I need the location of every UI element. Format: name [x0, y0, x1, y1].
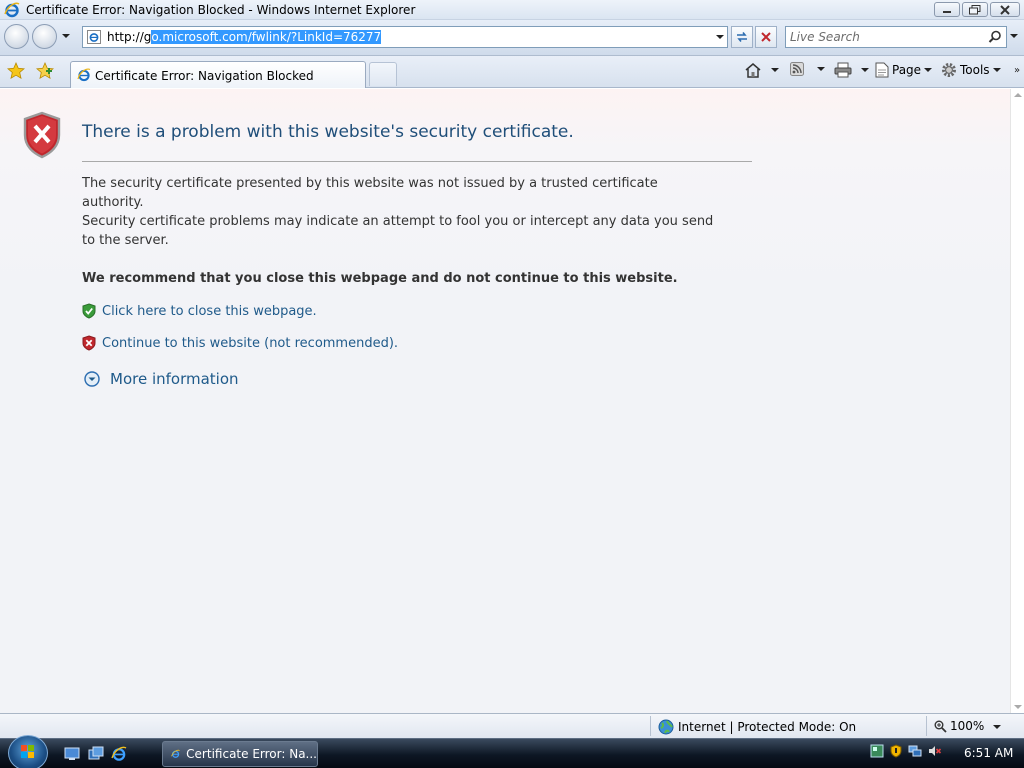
error-shield-icon: [23, 111, 61, 159]
security-shield-tray-icon[interactable]: [890, 744, 902, 758]
tab-bar: Certificate Error: Navigation Blocked Pa…: [0, 56, 1024, 88]
more-commands-chevron-icon[interactable]: »: [1014, 65, 1020, 76]
more-information-label[interactable]: More information: [110, 370, 239, 388]
page-icon: [875, 62, 889, 78]
close-icon: [1000, 4, 1010, 15]
tab-active[interactable]: Certificate Error: Navigation Blocked: [70, 61, 366, 88]
search-box[interactable]: [785, 26, 1007, 48]
vertical-scrollbar[interactable]: [1010, 89, 1024, 713]
security-zone[interactable]: Internet | Protected Mode: On: [658, 719, 856, 735]
continue-website-link[interactable]: Continue to this website (not recommende…: [82, 335, 398, 351]
taskbar-ie-window[interactable]: Certificate Error: Na...: [162, 741, 318, 767]
feeds-button[interactable]: [790, 62, 825, 76]
title-bar: Certificate Error: Navigation Blocked - …: [0, 0, 1024, 20]
restore-icon: [969, 4, 981, 14]
refresh-icon: [737, 32, 747, 42]
address-url[interactable]: http://go.microsoft.com/fwlink/?LinkId=7…: [107, 30, 382, 44]
refresh-button[interactable]: [731, 26, 753, 48]
scroll-down-arrow-icon[interactable]: [1014, 705, 1022, 709]
stop-icon: [761, 32, 771, 42]
close-webpage-link-text[interactable]: Click here to close this webpage.: [102, 304, 317, 319]
tray-app-icon[interactable]: [870, 744, 884, 758]
more-information-toggle[interactable]: More information: [84, 370, 239, 388]
close-button[interactable]: [990, 2, 1020, 17]
search-icon[interactable]: [988, 30, 1002, 44]
quick-launch-ie-icon[interactable]: [111, 746, 127, 762]
print-dropdown[interactable]: [861, 68, 869, 72]
minimize-button[interactable]: [934, 2, 960, 17]
page-menu-label: Page: [892, 63, 922, 77]
forward-button[interactable]: [32, 24, 57, 49]
taskbar: Certificate Error: Na... 6:51 AM: [0, 735, 1024, 768]
gear-icon: [942, 63, 956, 77]
recent-pages-dropdown[interactable]: [62, 34, 70, 38]
feeds-icon: [790, 62, 804, 76]
home-button[interactable]: [744, 62, 779, 78]
tools-menu[interactable]: Tools: [941, 62, 1001, 78]
minimize-icon: [943, 10, 951, 13]
switch-windows-icon[interactable]: [88, 746, 104, 762]
address-bar[interactable]: http://go.microsoft.com/fwlink/?LinkId=7…: [82, 26, 728, 48]
scroll-up-arrow-icon[interactable]: [1014, 93, 1022, 97]
page-ie-icon: [87, 30, 101, 44]
zoom-level[interactable]: 100%: [934, 719, 984, 733]
page-content: There is a problem with this website's s…: [0, 89, 1010, 713]
network-icon[interactable]: [908, 744, 922, 758]
taskbar-ie-icon: [171, 749, 180, 758]
status-separator: [650, 716, 651, 736]
zoom-dropdown[interactable]: [993, 725, 1001, 729]
navigation-bar: http://go.microsoft.com/fwlink/?LinkId=7…: [0, 20, 1024, 56]
expand-chevron-icon: [84, 371, 100, 387]
tools-menu-caret: [992, 68, 1001, 72]
print-button[interactable]: [834, 62, 869, 78]
page-menu-caret: [924, 68, 933, 72]
close-webpage-link[interactable]: Click here to close this webpage.: [82, 303, 317, 319]
security-zone-label: Internet | Protected Mode: On: [678, 720, 857, 734]
zoom-magnifier-icon: [934, 720, 947, 733]
ie-icon: [4, 2, 20, 18]
tools-menu-label: Tools: [960, 63, 990, 77]
show-desktop-icon[interactable]: [64, 746, 80, 762]
address-dropdown[interactable]: [716, 35, 724, 39]
tab-label: Certificate Error: Navigation Blocked: [95, 69, 314, 83]
url-prefix: http://g: [107, 30, 152, 44]
search-input[interactable]: [790, 29, 980, 45]
window-title: Certificate Error: Navigation Blocked - …: [26, 3, 416, 17]
volume-muted-icon[interactable]: [928, 744, 942, 758]
paragraph-untrusted: The security certificate presented by th…: [82, 176, 658, 210]
home-dropdown[interactable]: [771, 68, 779, 72]
new-tab-button[interactable]: [369, 62, 397, 86]
page-title: There is a problem with this website's s…: [82, 122, 574, 142]
url-selected: o.microsoft.com/fwlink/?LinkId=76277: [151, 30, 382, 44]
status-bar: Internet | Protected Mode: On 100%: [0, 713, 1024, 738]
status-separator: [926, 716, 927, 736]
continue-website-link-text[interactable]: Continue to this website (not recommende…: [102, 336, 398, 351]
divider: [82, 161, 752, 162]
printer-icon: [834, 62, 852, 78]
green-shield-check-icon: [82, 303, 96, 319]
globe-icon: [658, 719, 674, 735]
add-favorites-icon[interactable]: [36, 62, 56, 80]
system-tray: [870, 744, 942, 758]
search-dropdown[interactable]: [1010, 34, 1018, 38]
favorites-star-icon[interactable]: [7, 62, 25, 80]
zoom-label: 100%: [950, 719, 985, 733]
red-shield-x-icon: [82, 335, 96, 351]
clock[interactable]: 6:51 AM: [964, 746, 1013, 760]
paragraph-warning: Security certificate problems may indica…: [82, 214, 714, 248]
recommendation-text: We recommend that you close this webpage…: [82, 271, 678, 286]
back-button[interactable]: [4, 24, 29, 49]
windows-logo-icon: [21, 745, 34, 758]
start-button[interactable]: [8, 735, 48, 768]
home-icon: [745, 63, 761, 78]
feeds-dropdown[interactable]: [817, 67, 825, 71]
taskbar-window-label: Certificate Error: Na...: [186, 747, 317, 761]
stop-button[interactable]: [755, 26, 777, 48]
restore-button[interactable]: [962, 2, 988, 17]
tab-ie-icon: [77, 68, 91, 82]
page-menu[interactable]: Page: [875, 62, 933, 78]
